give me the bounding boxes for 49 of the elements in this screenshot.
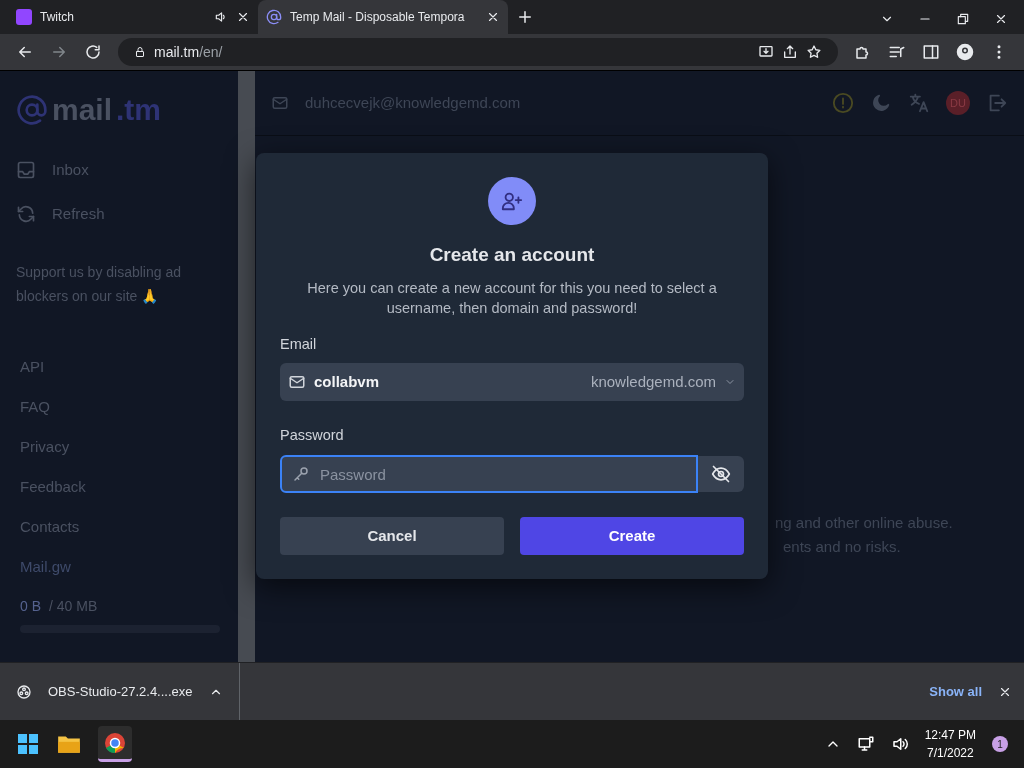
install-icon[interactable] bbox=[758, 44, 774, 60]
circle-logo-icon bbox=[16, 683, 32, 700]
create-button[interactable]: Create bbox=[520, 517, 744, 555]
new-tab-icon[interactable] bbox=[516, 8, 534, 26]
tab-title: Twitch bbox=[40, 9, 75, 26]
storage-text: 0 B / 40 MB bbox=[19, 597, 99, 616]
mail-icon bbox=[271, 94, 289, 112]
tab-title: Temp Mail - Disposable Tempora bbox=[290, 9, 466, 26]
tab-logo-icon bbox=[16, 9, 32, 25]
url-text: mail.tm/en/ bbox=[154, 42, 224, 62]
eye-slash-icon bbox=[711, 464, 731, 484]
field-label: Password bbox=[280, 426, 345, 446]
at-sign-icon bbox=[266, 9, 282, 25]
clock[interactable]: 12:47 PM 7/1/2022 bbox=[924, 726, 976, 762]
browser-tab[interactable]: Temp Mail - Disposable Tempora bbox=[258, 0, 508, 34]
round-logo-icon bbox=[103, 730, 127, 755]
restore-icon[interactable] bbox=[956, 12, 970, 26]
inbox-icon bbox=[16, 160, 36, 180]
at-sign-icon bbox=[16, 93, 48, 126]
toggle-visibility-button[interactable] bbox=[698, 456, 744, 492]
network-icon[interactable] bbox=[856, 735, 875, 753]
user-add-icon bbox=[501, 190, 523, 212]
key-icon bbox=[292, 465, 310, 483]
scrollbar[interactable] bbox=[238, 71, 255, 662]
share-icon[interactable] bbox=[782, 44, 798, 60]
password-field[interactable]: Password bbox=[280, 455, 698, 493]
modal-title: Create an account bbox=[428, 243, 596, 267]
close-icon[interactable] bbox=[994, 12, 1008, 26]
close-icon[interactable] bbox=[236, 10, 250, 24]
side-panel-icon[interactable] bbox=[922, 43, 940, 61]
lock-icon bbox=[134, 46, 146, 58]
support-note: Support us by disabling ad blockers on our site 🙏 bbox=[16, 263, 182, 306]
modal-description: Here you can create a new account for this you need to select a username, then domain and password! bbox=[306, 278, 718, 318]
show-all-link[interactable]: Show all bbox=[929, 681, 982, 702]
close-icon[interactable] bbox=[486, 10, 500, 24]
email-field[interactable]: collabvm knowledgemd.com bbox=[280, 363, 744, 402]
browser-tab[interactable]: Twitch bbox=[8, 0, 258, 34]
speaker-icon[interactable] bbox=[214, 10, 228, 24]
profile-icon[interactable] bbox=[956, 43, 974, 61]
refresh-icon bbox=[16, 204, 36, 224]
address-bar[interactable]: mail.tm/en/ bbox=[118, 38, 838, 66]
cancel-button[interactable]: Cancel bbox=[280, 517, 504, 555]
chrome-taskbar-button[interactable] bbox=[98, 726, 132, 762]
windows-icon[interactable] bbox=[16, 732, 40, 756]
speaker-icon[interactable] bbox=[890, 735, 909, 753]
notification-badge[interactable]: 1 bbox=[992, 736, 1008, 752]
star-icon[interactable] bbox=[806, 44, 822, 60]
field-label: Email bbox=[280, 334, 318, 354]
reload-icon[interactable] bbox=[84, 43, 102, 61]
